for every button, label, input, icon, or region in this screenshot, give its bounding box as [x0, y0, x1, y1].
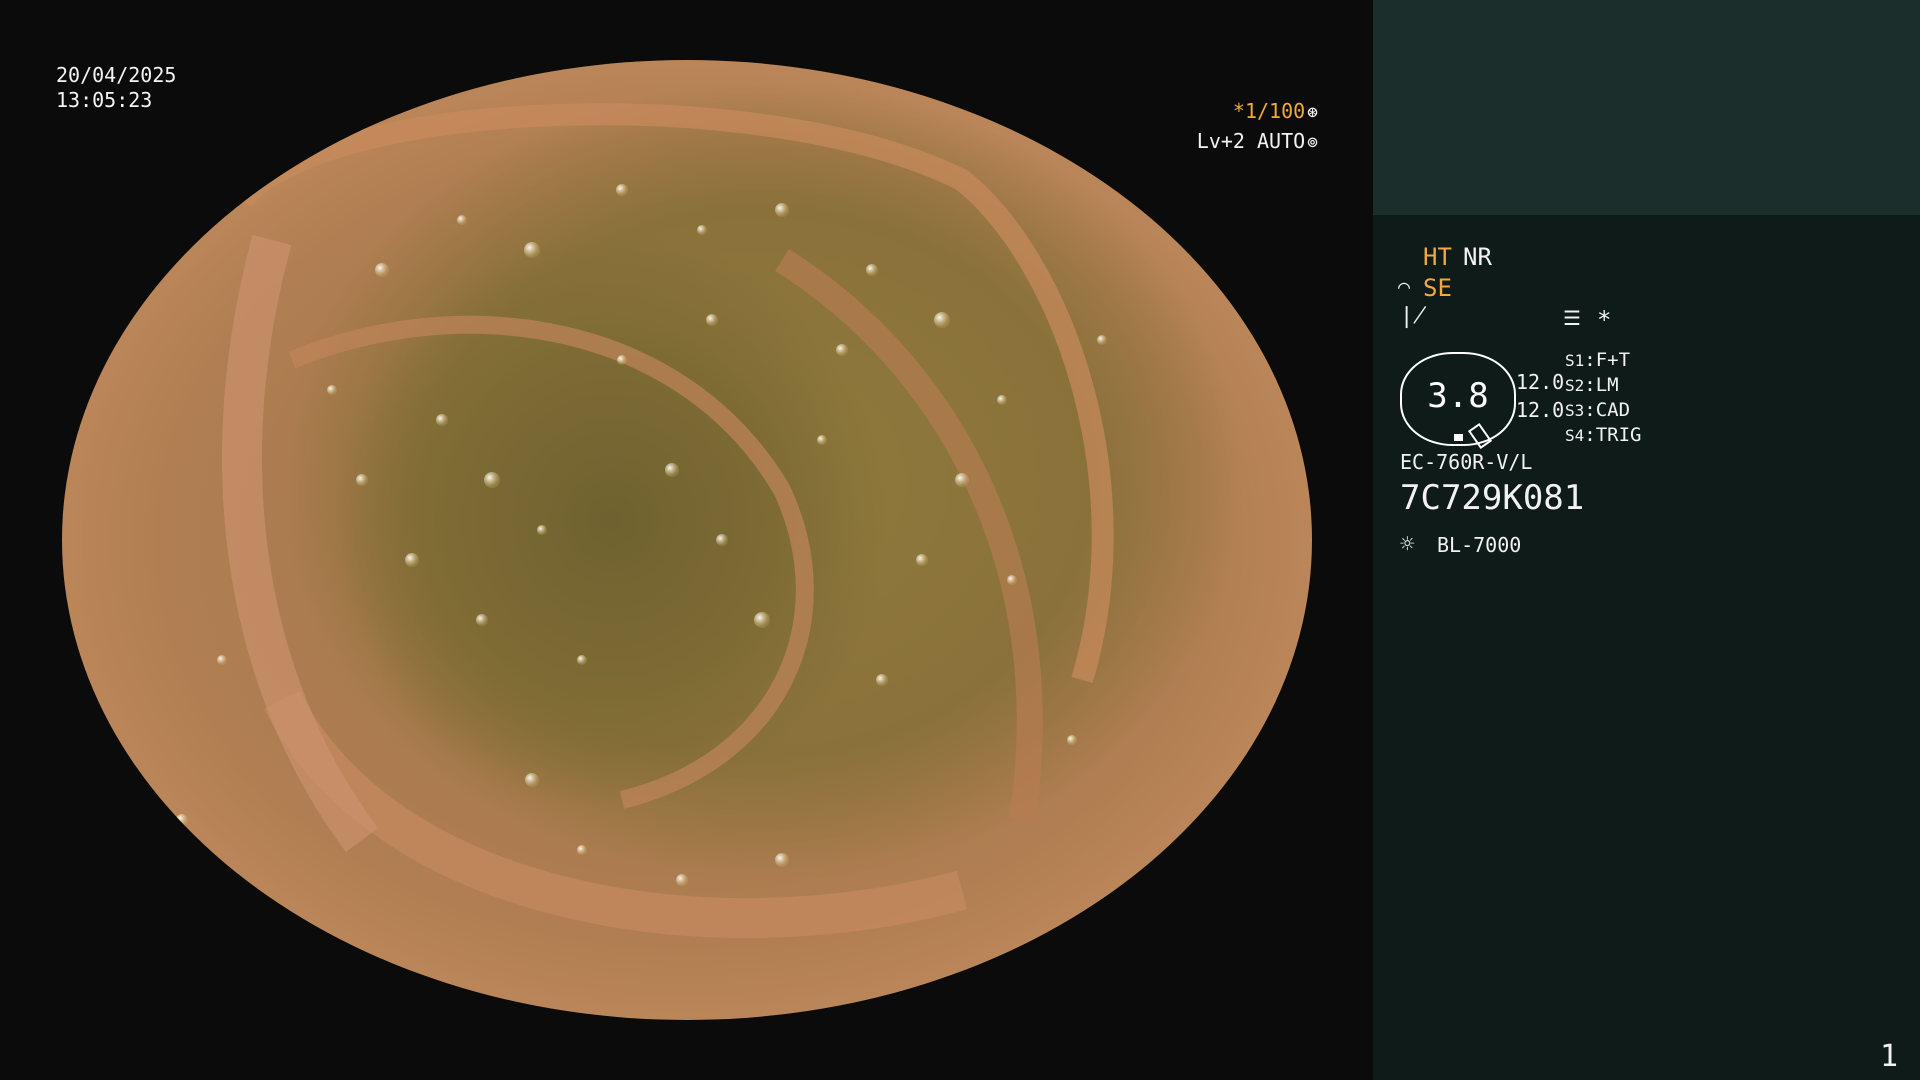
shutter-icon: ⊛ — [1307, 102, 1318, 123]
date-text: 20/04/2025 — [56, 63, 177, 87]
light-source-icon: ☼ — [1400, 530, 1415, 558]
timestamp: 20/04/2025 13:05:23 — [56, 63, 176, 113]
switch-item: S2:LM — [1565, 374, 1619, 396]
nr-indicator: NR — [1463, 243, 1492, 271]
level-auto-text: Lv+2 AUTO — [1196, 129, 1306, 153]
scope-model: EC-760R-V/L — [1400, 450, 1533, 474]
scope-serial: 7C729K081 — [1400, 478, 1585, 518]
settings-list-icon: ☰ — [1563, 306, 1581, 330]
endoscopy-video-area: 20/04/2025 13:05:23 *1/100 ⊛ Lv+2 AUTO ⊚ — [0, 0, 1373, 1080]
asterisk-indicator: * — [1597, 306, 1612, 334]
gauge-display: 3.8 — [1400, 352, 1516, 450]
time-text: 13:05:23 — [56, 88, 153, 112]
ht-indicator: HT — [1423, 243, 1452, 271]
panel-header-area — [1373, 0, 1920, 215]
left-value-1: 12.0 — [1516, 370, 1565, 394]
intestinal-folds-graphic — [176, 103, 1114, 939]
switch-item: S4:TRIG — [1565, 424, 1642, 446]
enhance-curve-icon: ⌒ — [1398, 274, 1411, 298]
shutter-value: *1/100 — [1232, 99, 1306, 123]
gauge-square-icon — [1454, 434, 1463, 441]
gauge-value: 3.8 — [1427, 376, 1489, 416]
se-indicator: SE — [1423, 274, 1452, 302]
switch-item: S3:CAD — [1565, 399, 1631, 421]
iris-icon: ⊚ — [1307, 132, 1318, 153]
switch-list: S1:F+T S2:LM S3:CAD S4:TRIG — [1565, 348, 1641, 448]
exposure-readout: *1/100 ⊛ Lv+2 AUTO ⊚ — [1197, 97, 1318, 157]
switch-item: S1:F+T — [1565, 349, 1631, 371]
light-source-text: BL-7000 — [1437, 533, 1522, 557]
gauge-tab-icon — [1467, 422, 1493, 450]
page-number: 1 — [1879, 1039, 1898, 1074]
freeze-icon: ∤ — [1400, 304, 1427, 329]
left-value-2: 12.0 — [1516, 398, 1565, 422]
info-panel: HT NR ⌒ SE ∤ ☰ * 3.8 12.0 12.0 S1:F+T S2… — [1373, 0, 1920, 1080]
endoscopic-view-detail — [62, 60, 1312, 1020]
